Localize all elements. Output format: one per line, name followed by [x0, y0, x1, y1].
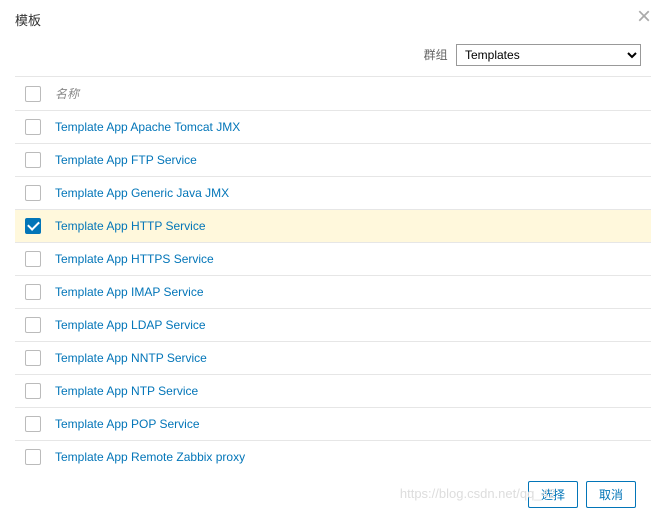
table-row[interactable]: Template App HTTPS Service [15, 243, 651, 276]
group-label: 群组 [424, 48, 448, 62]
row-checkbox[interactable] [25, 350, 41, 366]
row-checkbox[interactable] [25, 317, 41, 333]
table-row[interactable]: Template App NNTP Service [15, 342, 651, 375]
row-checkbox[interactable] [25, 251, 41, 267]
row-checkbox[interactable] [25, 383, 41, 399]
table-row[interactable]: Template App FTP Service [15, 144, 651, 177]
select-button[interactable]: 选择 [528, 481, 578, 508]
row-checkbox[interactable] [25, 119, 41, 135]
modal-footer: 选择 取消 [15, 471, 651, 518]
row-checkbox[interactable] [25, 284, 41, 300]
select-all-checkbox[interactable] [25, 86, 41, 102]
template-name-link[interactable]: Template App NNTP Service [55, 351, 207, 365]
template-name-link[interactable]: Template App POP Service [55, 417, 200, 431]
template-name-link[interactable]: Template App HTTP Service [55, 219, 206, 233]
template-name-link[interactable]: Template App HTTPS Service [55, 252, 214, 266]
name-column-header: 名称 [55, 85, 79, 102]
row-checkbox[interactable] [25, 152, 41, 168]
table-row[interactable]: Template App HTTP Service [15, 210, 651, 243]
row-checkbox[interactable] [25, 449, 41, 465]
filter-row: 群组 Templates [15, 44, 651, 66]
template-name-link[interactable]: Template App NTP Service [55, 384, 198, 398]
table-row[interactable]: Template App Apache Tomcat JMX [15, 111, 651, 144]
row-checkbox[interactable] [25, 218, 41, 234]
template-name-link[interactable]: Template App LDAP Service [55, 318, 206, 332]
table-row[interactable]: Template App POP Service [15, 408, 651, 441]
template-name-link[interactable]: Template App FTP Service [55, 153, 197, 167]
row-checkbox[interactable] [25, 185, 41, 201]
group-select[interactable]: Templates [456, 44, 641, 66]
table-row[interactable]: Template App NTP Service [15, 375, 651, 408]
modal-title: 模板 [15, 10, 651, 29]
template-list[interactable]: 名称 Template App Apache Tomcat JMX Templat… [15, 76, 651, 471]
cancel-button[interactable]: 取消 [586, 481, 636, 508]
template-modal: × 模板 群组 Templates 名称 Template App Apache… [0, 0, 666, 516]
table-row[interactable]: Template App LDAP Service [15, 309, 651, 342]
close-icon[interactable]: × [637, 5, 651, 29]
table-row[interactable]: Template App Remote Zabbix proxy [15, 441, 651, 471]
table-row[interactable]: Template App IMAP Service [15, 276, 651, 309]
template-name-link[interactable]: Template App Generic Java JMX [55, 186, 229, 200]
row-checkbox[interactable] [25, 416, 41, 432]
template-name-link[interactable]: Template App Remote Zabbix proxy [55, 450, 245, 464]
template-name-link[interactable]: Template App IMAP Service [55, 285, 204, 299]
template-name-link[interactable]: Template App Apache Tomcat JMX [55, 120, 240, 134]
list-header: 名称 [15, 77, 651, 111]
table-row[interactable]: Template App Generic Java JMX [15, 177, 651, 210]
